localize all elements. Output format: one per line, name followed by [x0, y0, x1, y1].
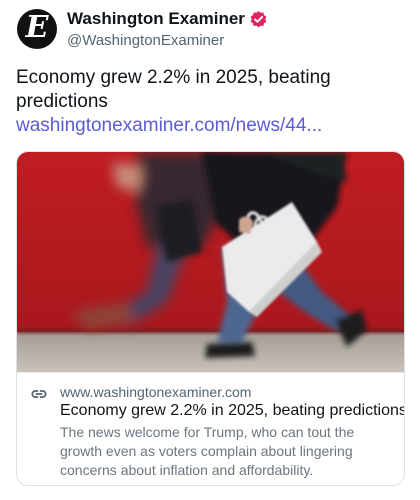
- post-text: Economy grew 2.2% in 2025, beating predi…: [16, 67, 331, 112]
- card-title[interactable]: Economy grew 2.2% in 2025, beating predi…: [60, 402, 404, 420]
- display-name-row: Washington Examiner: [67, 9, 268, 29]
- card-domain: www.washingtonexaminer.com: [60, 384, 252, 400]
- post-header: E Washington Examiner @WashingtonExamine…: [17, 9, 268, 49]
- post-body: Economy grew 2.2% in 2025, beating predi…: [16, 66, 408, 138]
- link-preview-card[interactable]: www.washingtonexaminer.com Economy grew …: [16, 151, 405, 486]
- handle[interactable]: @WashingtonExaminer: [67, 32, 268, 49]
- link-icon: [31, 390, 47, 398]
- avatar[interactable]: E: [17, 9, 57, 49]
- avatar-logo: E: [25, 10, 49, 45]
- post-link[interactable]: washingtonexaminer.com/news/44...: [16, 115, 322, 136]
- card-image[interactable]: [17, 152, 405, 372]
- card-description: The news welcome for Trump, who can tout…: [60, 424, 355, 478]
- verified-badge-icon: [250, 10, 267, 27]
- display-name[interactable]: Washington Examiner: [67, 9, 245, 29]
- card-meta[interactable]: www.washingtonexaminer.com Economy grew …: [17, 372, 404, 485]
- author-names: Washington Examiner @WashingtonExaminer: [67, 9, 268, 49]
